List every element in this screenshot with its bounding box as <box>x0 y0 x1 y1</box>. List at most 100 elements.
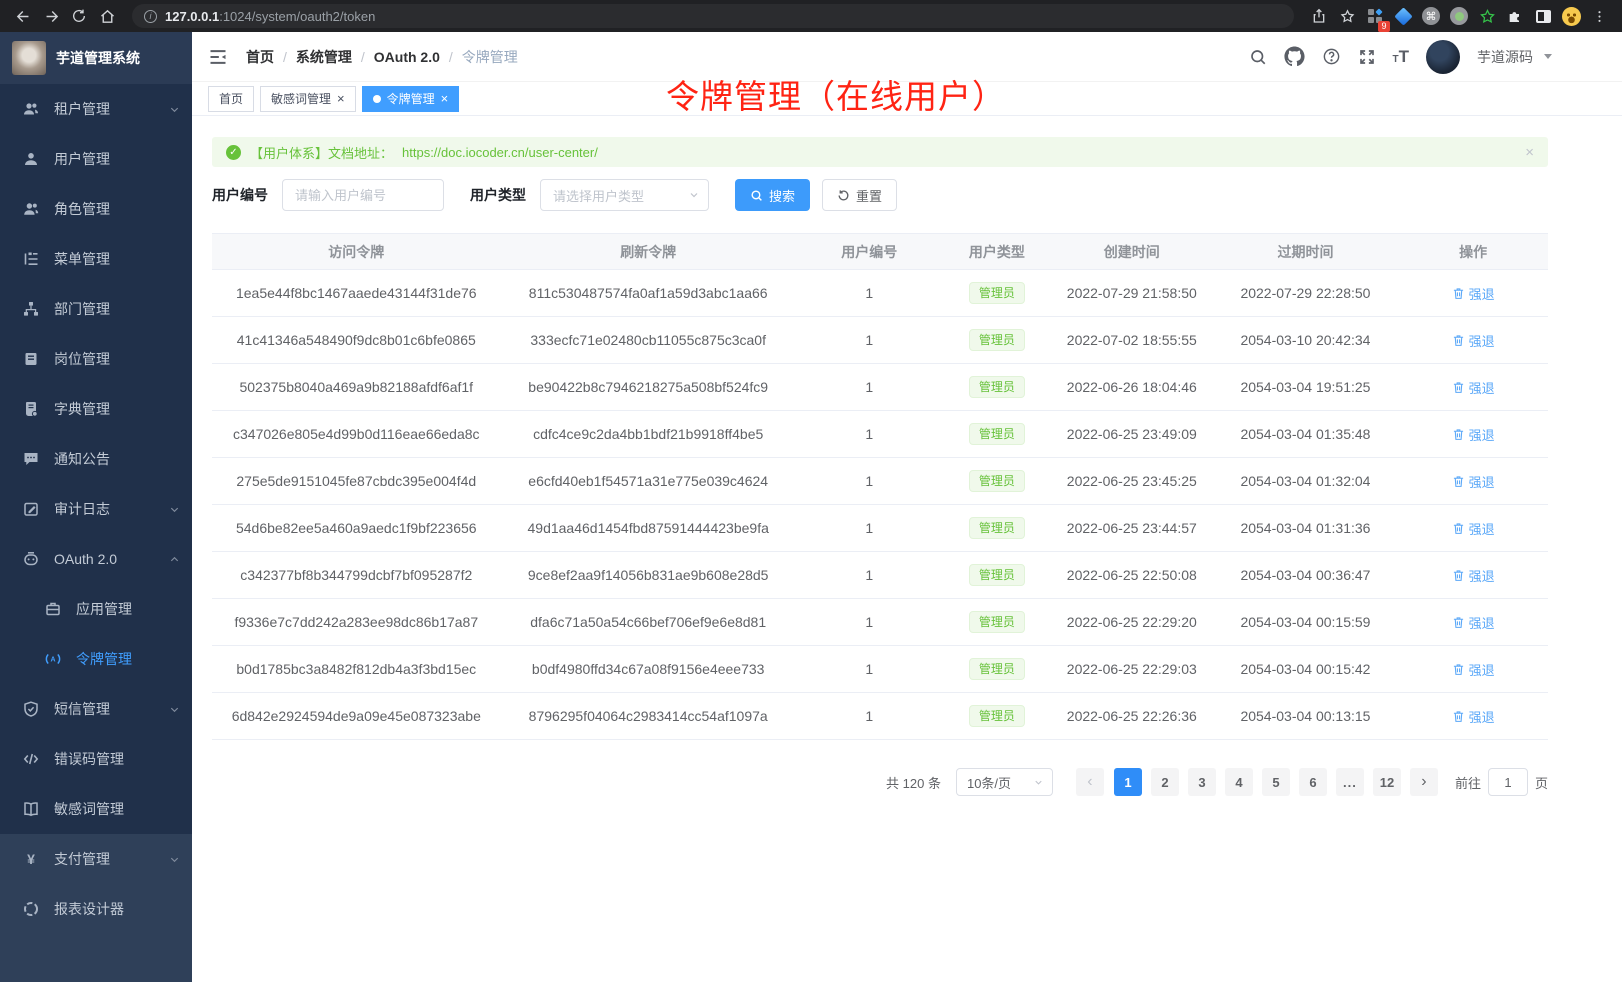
bookmark-star-icon[interactable] <box>1334 3 1360 29</box>
user-id-input[interactable] <box>282 179 444 211</box>
table-row: b0d1785bc3a8482f812db4a3f3bd15ecb0df4980… <box>212 646 1548 693</box>
pagination-ellipsis[interactable]: ... <box>1336 768 1364 796</box>
force-logout-button[interactable]: 强退 <box>1452 660 1495 679</box>
sidebar-item-sensitive[interactable]: 敏感词管理 <box>0 784 192 834</box>
trash-icon <box>1452 710 1465 723</box>
sidebar-item-tenant[interactable]: 租户管理 <box>0 84 192 134</box>
user-type-select[interactable]: 请选择用户类型 <box>540 179 709 211</box>
breadcrumb-item[interactable]: 首页 <box>246 47 274 67</box>
next-page-button[interactable]: › <box>1410 768 1438 796</box>
forward-icon[interactable] <box>38 3 64 29</box>
sidebar-item-report[interactable]: 报表设计器 <box>0 884 192 934</box>
sidebar-item-oauth2-token[interactable]: A令牌管理 <box>0 634 192 684</box>
force-logout-button[interactable]: 强退 <box>1452 566 1495 585</box>
record-circle-icon[interactable] <box>1446 3 1472 29</box>
breadcrumb-item[interactable]: OAuth 2.0 <box>374 49 440 65</box>
font-size-icon[interactable]: TT <box>1393 48 1410 66</box>
sidebar-item-user[interactable]: 用户管理 <box>0 134 192 184</box>
tab-首页[interactable]: 首页 <box>208 86 254 112</box>
refresh-token-cell: 49d1aa46d1454fbd87591444423be9fa <box>501 505 796 552</box>
page-button-5[interactable]: 5 <box>1262 768 1290 796</box>
token-icon: A <box>44 651 62 667</box>
force-logout-button[interactable]: 强退 <box>1452 331 1495 350</box>
force-logout-button[interactable]: 强退 <box>1452 707 1495 726</box>
puzzle-icon[interactable] <box>1502 3 1528 29</box>
force-logout-button[interactable]: 强退 <box>1452 613 1495 632</box>
table-row: 41c41346a548490f9dc8b01c6bfe0865333ecfc7… <box>212 317 1548 364</box>
user-id-cell: 1 <box>796 599 943 646</box>
user-type-cell: 管理员 <box>943 646 1051 693</box>
sidebar-item-role[interactable]: 角色管理 <box>0 184 192 234</box>
extension-grid-icon[interactable]: 9 <box>1362 3 1388 29</box>
caret-down-icon[interactable] <box>1544 54 1552 59</box>
sidebar-item-post[interactable]: 岗位管理 <box>0 334 192 384</box>
back-icon[interactable] <box>10 3 36 29</box>
smiley-profile-icon[interactable] <box>1558 3 1584 29</box>
home-icon[interactable] <box>94 3 120 29</box>
sidebar-item-errcode[interactable]: 错误码管理 <box>0 734 192 784</box>
goto-page-input[interactable] <box>1488 768 1528 796</box>
alert-doc-link[interactable]: https://doc.iocoder.cn/user-center/ <box>402 145 598 160</box>
force-logout-button[interactable]: 强退 <box>1452 425 1495 444</box>
tab-敏感词管理[interactable]: 敏感词管理× <box>260 86 356 112</box>
page-button-1[interactable]: 1 <box>1114 768 1142 796</box>
prev-page-button[interactable]: ‹ <box>1076 768 1104 796</box>
green-star-icon[interactable] <box>1474 3 1500 29</box>
reload-icon[interactable] <box>66 3 92 29</box>
close-icon[interactable]: × <box>337 92 345 105</box>
chevron-down-icon <box>169 854 180 865</box>
tab-令牌管理[interactable]: 令牌管理× <box>362 86 460 112</box>
page-button-12[interactable]: 12 <box>1373 768 1401 796</box>
sidebar-item-oauth2-app[interactable]: 应用管理 <box>0 584 192 634</box>
force-logout-button[interactable]: 强退 <box>1452 378 1495 397</box>
github-icon[interactable] <box>1284 46 1305 67</box>
sidebar-item-notice[interactable]: 通知公告 <box>0 434 192 484</box>
sidebar-item-sms[interactable]: 短信管理 <box>0 684 192 734</box>
page-button-2[interactable]: 2 <box>1151 768 1179 796</box>
address-bar[interactable]: i 127.0.0.1:1024/system/oauth2/token <box>132 4 1294 28</box>
share-icon[interactable] <box>1306 3 1332 29</box>
help-icon[interactable] <box>1322 47 1341 66</box>
sidebar-item-dict[interactable]: 字典管理 <box>0 384 192 434</box>
breadcrumb-item[interactable]: 系统管理 <box>296 47 352 67</box>
trash-icon <box>1452 522 1465 535</box>
reset-button[interactable]: 重置 <box>822 179 897 211</box>
force-logout-button[interactable]: 强退 <box>1452 472 1495 491</box>
close-icon[interactable]: × <box>1525 144 1534 161</box>
sidebar-menu: 租户管理用户管理角色管理菜单管理部门管理岗位管理字典管理通知公告审计日志OAut… <box>0 84 192 982</box>
avatar[interactable] <box>1426 40 1460 74</box>
sidebar-item-menu[interactable]: 菜单管理 <box>0 234 192 284</box>
search-button[interactable]: 搜索 <box>735 179 810 211</box>
table-row: 502375b8040a469a9b82188afdf6af1fbe90422b… <box>212 364 1548 411</box>
page-button-3[interactable]: 3 <box>1188 768 1216 796</box>
sidebar-item-dept[interactable]: 部门管理 <box>0 284 192 334</box>
page-size-select[interactable]: 10条/页 <box>956 768 1053 796</box>
page-button-6[interactable]: 6 <box>1299 768 1327 796</box>
close-icon[interactable]: × <box>441 92 449 105</box>
side-panel-icon[interactable] <box>1530 3 1556 29</box>
success-check-icon: ✓ <box>226 145 241 160</box>
page-info-icon[interactable]: i <box>144 10 157 23</box>
page-button-4[interactable]: 4 <box>1225 768 1253 796</box>
force-logout-button[interactable]: 强退 <box>1452 519 1495 538</box>
action-cell: 强退 <box>1398 458 1548 505</box>
sidebar-item-label: 应用管理 <box>76 599 132 619</box>
kebab-menu-icon[interactable] <box>1586 3 1612 29</box>
search-icon[interactable] <box>1249 48 1267 66</box>
sidebar-item-audit[interactable]: 审计日志 <box>0 484 192 534</box>
app-logo[interactable]: 芋道管理系统 <box>0 32 192 84</box>
expire-time-cell: 2054-03-04 00:15:42 <box>1213 646 1399 693</box>
fullscreen-icon[interactable] <box>1358 48 1376 66</box>
collapse-sidebar-icon[interactable] <box>208 47 228 67</box>
command-circle-icon[interactable]: ⌘ <box>1418 3 1444 29</box>
force-logout-button[interactable]: 强退 <box>1452 284 1495 303</box>
access-token-cell: b0d1785bc3a8482f812db4a3f3bd15ec <box>212 646 501 693</box>
page-size-value: 10条/页 <box>967 773 1011 792</box>
sidebar-item-pay[interactable]: ¥支付管理 <box>0 834 192 884</box>
gem-icon[interactable] <box>1390 3 1416 29</box>
table-row: 1ea5e44f8bc1467aaede43144f31de76811c5304… <box>212 270 1548 317</box>
sidebar-item-label: 敏感词管理 <box>54 799 124 819</box>
username[interactable]: 芋道源码 <box>1477 47 1533 67</box>
main-area: 首页/系统管理/OAuth 2.0/令牌管理 TT 芋道源码 首页敏感词管理×令… <box>192 32 1622 982</box>
sidebar-item-oauth2[interactable]: OAuth 2.0 <box>0 534 192 584</box>
